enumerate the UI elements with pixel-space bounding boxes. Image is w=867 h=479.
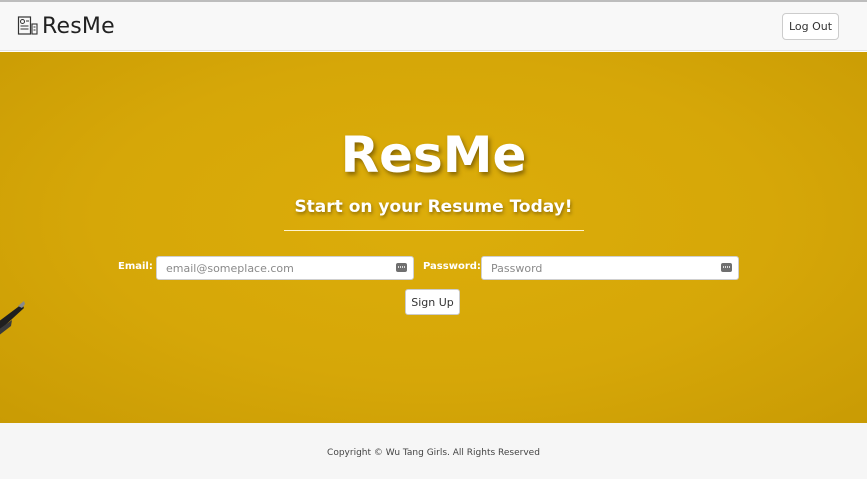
hero-section: ResMe Start on your Resume Today! Email:… [0,52,867,423]
sign-up-button[interactable]: Sign Up [405,289,460,315]
password-field[interactable] [482,257,711,279]
email-field-wrapper [156,256,414,280]
hero-divider [284,230,584,231]
hero-subtitle: Start on your Resume Today! [294,197,573,217]
log-out-button[interactable]: Log Out [782,13,839,40]
brand-name: ResMe [42,13,115,39]
brand-link[interactable]: ResMe [17,12,115,40]
footer: Copyright © Wu Tang Girls. All Rights Re… [0,423,867,479]
email-field[interactable] [157,257,386,279]
pen-decoration [0,301,25,335]
resume-document-icon [17,16,38,35]
password-field-wrapper [481,256,739,280]
keyboard-icon[interactable] [721,263,732,272]
navbar: ResMe Log Out [0,2,867,51]
password-label: Password: [423,261,481,272]
hero-title: ResMe [340,126,527,184]
email-label: Email: [118,261,153,272]
keyboard-icon[interactable] [396,263,407,272]
copyright-text: Copyright © Wu Tang Girls. All Rights Re… [327,448,540,458]
